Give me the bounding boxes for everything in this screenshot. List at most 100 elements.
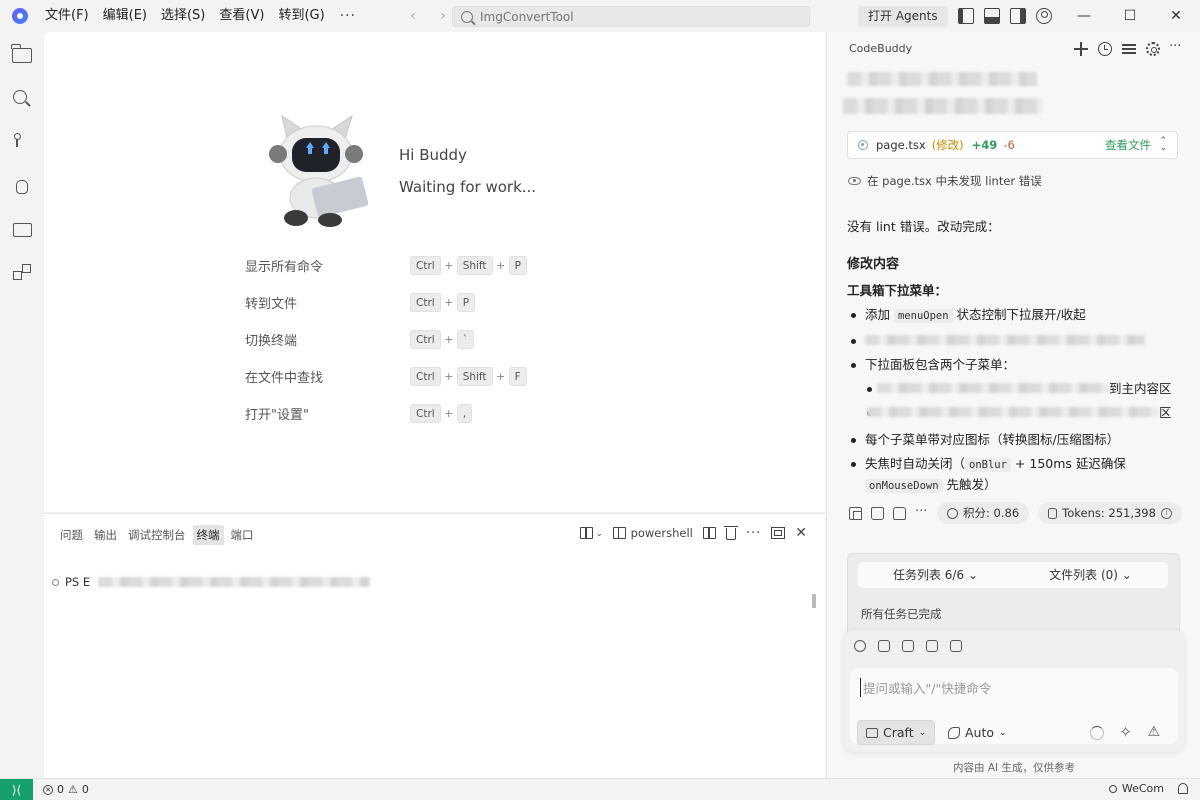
key-comma: ,	[456, 404, 473, 423]
tab-output[interactable]: 输出	[90, 525, 121, 545]
gear-icon[interactable]	[1146, 42, 1160, 56]
mode-select-button[interactable]: Craft ⌄	[857, 720, 936, 745]
remote-indicator-icon[interactable]: ⟩⟨	[0, 778, 33, 800]
history-icon[interactable]	[1098, 42, 1112, 56]
book-icon[interactable]	[926, 640, 938, 652]
redacted-text	[877, 383, 1109, 393]
app-logo-icon	[12, 8, 28, 24]
codebuddy-panel: CodeBuddy page.tsx (修改) +49 -6 查看文件 ⌃⌄ 在…	[826, 32, 1200, 778]
message-subheading: 工具箱下拉菜单：	[847, 283, 948, 298]
thumbs-up-icon[interactable]	[871, 506, 884, 520]
more-actions-icon[interactable]: ···	[746, 526, 761, 541]
shortcut-row-show-commands[interactable]: 显示所有命令 Ctrl + Shift + P	[245, 247, 527, 284]
copy-icon[interactable]	[849, 506, 862, 520]
minimize-button[interactable]: —	[1061, 0, 1107, 32]
shortcut-row-find-in-files[interactable]: 在文件中查找 Ctrl + Shift + F	[245, 358, 527, 395]
model-select-button[interactable]: Auto ⌄	[948, 720, 1007, 745]
lines-removed: -6	[1003, 138, 1015, 152]
wecom-icon	[1108, 784, 1117, 793]
key-p: P	[508, 256, 527, 275]
shortcut-row-go-to-file[interactable]: 转到文件 Ctrl + P	[245, 284, 527, 321]
file-change-card[interactable]: page.tsx (修改) +49 -6 查看文件 ⌃ ⌄	[847, 131, 1178, 159]
new-chat-icon[interactable]	[1074, 42, 1088, 56]
layout-dropdown[interactable]: ⌄	[579, 527, 603, 539]
more-icon[interactable]: ···	[915, 505, 928, 520]
nav-forward-icon[interactable]: ›	[432, 8, 454, 24]
tab-task-list[interactable]: 任务列表 6/6 ⌄	[858, 562, 1013, 588]
thumbs-down-icon[interactable]	[893, 506, 906, 520]
shortcut-label: 切换终端	[245, 334, 298, 349]
toggle-primary-sidebar-icon[interactable]	[958, 8, 974, 24]
lint-result: 在 page.tsx 中未发现 linter 错误	[848, 173, 1042, 189]
menu-selection[interactable]: 选择(S)	[154, 0, 212, 32]
wecom-status[interactable]: WeCom	[1108, 782, 1164, 795]
chevron-down-icon: ⌄	[999, 727, 1007, 738]
terminal-profile[interactable]: powershell	[612, 526, 693, 540]
command-center-search[interactable]	[452, 6, 810, 27]
toggle-secondary-sidebar-icon[interactable]	[1010, 8, 1026, 24]
chat-textarea[interactable]: 提问或输入"/"快捷命令 Craft ⌄ Auto ⌄ ✧ ⚠	[850, 668, 1178, 745]
ai-disclaimer: 内容由 AI 生成，仅供参考	[953, 762, 1075, 774]
tokens-badge: Tokens: 251,398 i	[1038, 502, 1182, 524]
sparkle-icon[interactable]: ✧	[1119, 724, 1132, 740]
list-item: 添加 menuOpen 状态控制下拉展开/收起	[847, 305, 1187, 326]
menu-go[interactable]: 转到(G)	[271, 0, 331, 32]
toggle-panel-icon[interactable]	[984, 8, 1000, 24]
terminal-prompt-line[interactable]: PS E	[52, 575, 371, 589]
credits-icon	[947, 507, 958, 519]
search-input[interactable]	[480, 9, 800, 24]
tasks-done-text: 所有任务已完成	[861, 607, 942, 621]
search-view-icon[interactable]	[12, 89, 32, 109]
remote-explorer-icon[interactable]	[12, 220, 32, 240]
greeting-text: Hi Buddy	[399, 146, 467, 164]
close-panel-icon[interactable]: ✕	[795, 525, 807, 541]
menu-view[interactable]: 查看(V)	[212, 0, 271, 32]
expand-chevron-icon[interactable]: ⌃ ⌄	[1159, 137, 1167, 153]
warning-icon[interactable]: ⚠	[1147, 724, 1160, 740]
more-icon[interactable]	[1169, 40, 1184, 56]
key-p: P	[456, 293, 476, 312]
shortcut-row-toggle-terminal[interactable]: 切换终端 Ctrl + `	[245, 321, 527, 358]
account-icon[interactable]	[1036, 8, 1052, 24]
source-control-icon[interactable]	[12, 132, 32, 152]
tab-terminal[interactable]: 终端	[192, 525, 224, 545]
message-heading: 修改内容	[847, 257, 900, 272]
shortcut-label: 显示所有命令	[245, 260, 324, 275]
info-icon[interactable]: i	[1160, 507, 1172, 519]
key-backtick: `	[456, 330, 474, 349]
close-button[interactable]: ✕	[1153, 0, 1199, 32]
shortcut-row-open-settings[interactable]: 打开"设置" Ctrl + ,	[245, 395, 527, 432]
explorer-icon[interactable]	[11, 44, 32, 63]
menu-edit[interactable]: 编辑(E)	[96, 0, 154, 32]
maximize-button[interactable]: ☐	[1107, 0, 1153, 32]
menu-file[interactable]: 文件(F)	[38, 0, 96, 32]
menu-more-button[interactable]: ···	[332, 8, 364, 24]
layout-controls	[958, 8, 1052, 24]
key-ctrl: Ctrl	[410, 367, 441, 386]
input-placeholder: 提问或输入"/"快捷命令	[860, 678, 991, 697]
terminal-scrollbar[interactable]	[812, 594, 816, 608]
view-file-link[interactable]: 查看文件	[1105, 137, 1151, 153]
tab-debug-console[interactable]: 调试控制台	[124, 525, 190, 545]
status-right: WeCom	[1108, 782, 1188, 795]
debug-icon[interactable]	[12, 175, 32, 195]
key-ctrl: Ctrl	[410, 330, 441, 349]
tab-problems[interactable]: 问题	[56, 525, 87, 545]
extensions-icon[interactable]	[12, 264, 32, 284]
figma-icon[interactable]	[902, 640, 914, 652]
bell-icon[interactable]	[1178, 783, 1188, 794]
split-terminal-icon[interactable]	[702, 527, 716, 539]
image-icon[interactable]	[878, 640, 890, 652]
tab-ports[interactable]: 端口	[227, 525, 258, 545]
nav-back-icon[interactable]: ‹	[402, 8, 424, 24]
list-icon[interactable]	[1122, 42, 1136, 56]
open-agents-button[interactable]: 打开 Agents	[858, 6, 948, 27]
key-ctrl: Ctrl	[410, 404, 441, 423]
redacted-text	[865, 335, 1145, 345]
trash-icon[interactable]	[723, 526, 738, 540]
mention-icon[interactable]	[854, 640, 866, 652]
git-compare-icon[interactable]	[950, 640, 962, 652]
maximize-panel-icon[interactable]	[771, 527, 786, 539]
tab-file-list[interactable]: 文件列表 (0) ⌄	[1013, 562, 1168, 588]
problems-indicator[interactable]: ✕ 0 ⚠ 0	[43, 783, 89, 796]
